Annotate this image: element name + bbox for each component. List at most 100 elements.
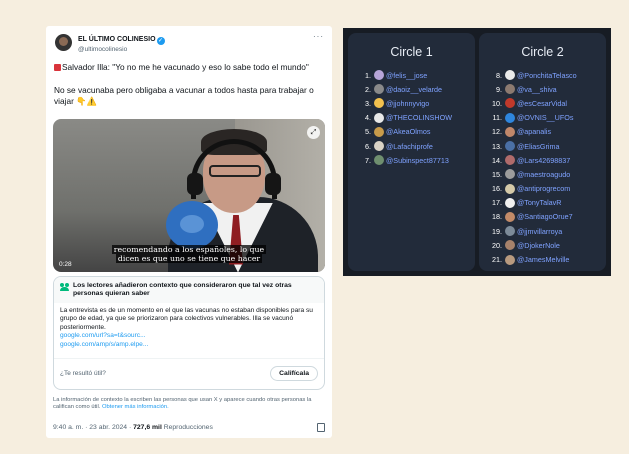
list-item[interactable]: 1. @felis__jose <box>356 68 475 82</box>
member-handle[interactable]: @jjmvillarroya <box>517 227 562 236</box>
avatar[interactable] <box>505 70 515 81</box>
avatar[interactable] <box>505 254 515 265</box>
list-item[interactable]: 3. @jjohnnyvigo <box>356 96 475 110</box>
circles-panel: Circle 1 1. @felis__jose 2. @daoiz__velarde… <box>343 28 611 276</box>
tweet-text: Salvador Illa: "Yo no me he vacunado y e… <box>54 62 324 108</box>
avatar[interactable] <box>505 183 515 194</box>
handle[interactable]: @ultimocolinesio <box>78 45 313 55</box>
member-handle[interactable]: @maestroagudo <box>517 170 570 179</box>
avatar[interactable] <box>374 155 384 166</box>
list-item[interactable]: 17. @TonyTalavR <box>487 196 606 210</box>
list-item[interactable]: 2. @daoiz__velarde <box>356 82 475 96</box>
avatar[interactable] <box>374 126 384 137</box>
member-handle[interactable]: @SantiagoOrue7 <box>517 212 573 221</box>
member-handle[interactable]: @THECOLINSHOW <box>386 113 452 122</box>
avatar[interactable] <box>505 141 515 152</box>
rank-number: 1. <box>365 70 371 80</box>
tweet-card[interactable]: EL ÚLTIMO COLINESIO ✓ @ultimocolinesio ··… <box>46 26 332 438</box>
tweet-timestamp[interactable]: 9:40 a. m. · 23 abr. 2024 · <box>53 424 131 431</box>
member-handle[interactable]: @esCesarVidal <box>517 99 567 108</box>
note-link-2[interactable]: google.com/amp/s/amp.elpe... <box>60 341 318 350</box>
microphone <box>166 200 218 249</box>
author-block: EL ÚLTIMO COLINESIO ✓ @ultimocolinesio <box>78 32 313 55</box>
avatar[interactable] <box>374 98 384 109</box>
member-handle[interactable]: @JamesMelville <box>517 255 569 264</box>
video-subtitle: recomendando a los españoles, lo que dic… <box>111 244 267 263</box>
list-item[interactable]: 7. @Subinspect87713 <box>356 153 475 167</box>
more-options-icon[interactable]: ··· <box>313 32 324 41</box>
member-handle[interactable]: @felis__jose <box>386 71 427 80</box>
avatar[interactable] <box>55 34 72 51</box>
rank-number: 12. <box>492 127 502 137</box>
rank-number: 8. <box>496 70 502 80</box>
avatar[interactable] <box>505 84 515 95</box>
list-item[interactable]: 6. @Lafachiprofe <box>356 139 475 153</box>
list-item[interactable]: 21. @JamesMelville <box>487 252 606 266</box>
member-handle[interactable]: @Subinspect87713 <box>386 156 449 165</box>
member-handle[interactable]: @PonchitaTelasco <box>517 71 577 80</box>
list-item[interactable]: 11. @OVNIS__UFOs <box>487 111 606 125</box>
list-item[interactable]: 5. @AkeaOlmos <box>356 125 475 139</box>
rate-button[interactable]: Califícala <box>270 366 318 382</box>
member-handle[interactable]: @EliasGrima <box>517 142 559 151</box>
member-handle[interactable]: @apanalis <box>517 127 551 136</box>
video-player[interactable]: recomendando a los españoles, lo que dic… <box>53 118 325 272</box>
list-item[interactable]: 8. @PonchitaTelasco <box>487 68 606 82</box>
avatar[interactable] <box>505 169 515 180</box>
avatar[interactable] <box>505 126 515 137</box>
list-item[interactable]: 20. @DjokerNole <box>487 238 606 252</box>
list-item[interactable]: 12. @apanalis <box>487 125 606 139</box>
rank-number: 6. <box>365 141 371 151</box>
tweet-header: EL ÚLTIMO COLINESIO ✓ @ultimocolinesio ··… <box>52 32 326 56</box>
learn-more-link[interactable]: Obtener más información. <box>102 404 169 410</box>
avatar[interactable] <box>374 112 384 123</box>
display-name[interactable]: EL ÚLTIMO COLINESIO <box>78 36 156 43</box>
note-link-1[interactable]: google.com/url?sa=t&sourc... <box>60 332 318 341</box>
member-handle[interactable]: @OVNIS__UFOs <box>517 113 573 122</box>
verified-icon: ✓ <box>156 37 165 45</box>
list-item[interactable]: 18. @SantiagoOrue7 <box>487 210 606 224</box>
list-item[interactable]: 10. @esCesarVidal <box>487 96 606 110</box>
circle-title: Circle 2 <box>521 45 564 59</box>
avatar[interactable] <box>505 112 515 123</box>
note-info: La información de contexto la escriben l… <box>53 396 312 411</box>
member-handle[interactable]: @daoiz__velarde <box>386 85 442 94</box>
list-item[interactable]: 9. @va__shiva <box>487 82 606 96</box>
rank-number: 17. <box>492 198 502 208</box>
member-handle[interactable]: @antiprogrecom <box>517 184 570 193</box>
avatar[interactable] <box>505 197 515 208</box>
list-item[interactable]: 14. @Lars42698837 <box>487 153 606 167</box>
member-handle[interactable]: @TonyTalavR <box>517 198 561 207</box>
circle-1: Circle 1 1. @felis__jose 2. @daoiz__velarde… <box>348 33 475 271</box>
expand-video-icon[interactable]: ⤢ <box>307 125 320 139</box>
circle-members: 8. @PonchitaTelasco 9. @va__shiva 10. @esCesa… <box>487 68 606 267</box>
avatar[interactable] <box>505 98 515 109</box>
red-square-icon <box>54 64 61 71</box>
member-handle[interactable]: @DjokerNole <box>517 241 560 250</box>
avatar[interactable] <box>374 84 384 95</box>
rank-number: 9. <box>496 84 502 94</box>
member-handle[interactable]: @jjohnnyvigo <box>386 99 429 108</box>
avatar[interactable] <box>505 240 515 251</box>
bookmark-icon[interactable] <box>317 422 325 432</box>
rank-number: 7. <box>365 155 371 165</box>
list-item[interactable]: 19. @jjmvillarroya <box>487 224 606 238</box>
rank-number: 4. <box>365 113 371 123</box>
avatar[interactable] <box>505 211 515 222</box>
list-item[interactable]: 16. @antiprogrecom <box>487 182 606 196</box>
list-item[interactable]: 13. @EliasGrima <box>487 139 606 153</box>
list-item[interactable]: 4. @THECOLINSHOW <box>356 111 475 125</box>
list-item[interactable]: 15. @maestroagudo <box>487 167 606 181</box>
member-handle[interactable]: @Lars42698837 <box>517 156 570 165</box>
rank-number: 11. <box>492 113 502 123</box>
rank-number: 20. <box>492 240 502 250</box>
member-handle[interactable]: @AkeaOlmos <box>386 127 430 136</box>
tweet-text-line1: Salvador Illa: "Yo no me he vacunado y e… <box>62 62 309 72</box>
avatar[interactable] <box>374 70 384 81</box>
avatar[interactable] <box>505 155 515 166</box>
avatar[interactable] <box>374 141 384 152</box>
member-handle[interactable]: @Lafachiprofe <box>386 142 433 151</box>
note-title: Los lectores añadieron contexto que cons… <box>73 281 292 298</box>
member-handle[interactable]: @va__shiva <box>517 85 557 94</box>
avatar[interactable] <box>505 226 515 237</box>
